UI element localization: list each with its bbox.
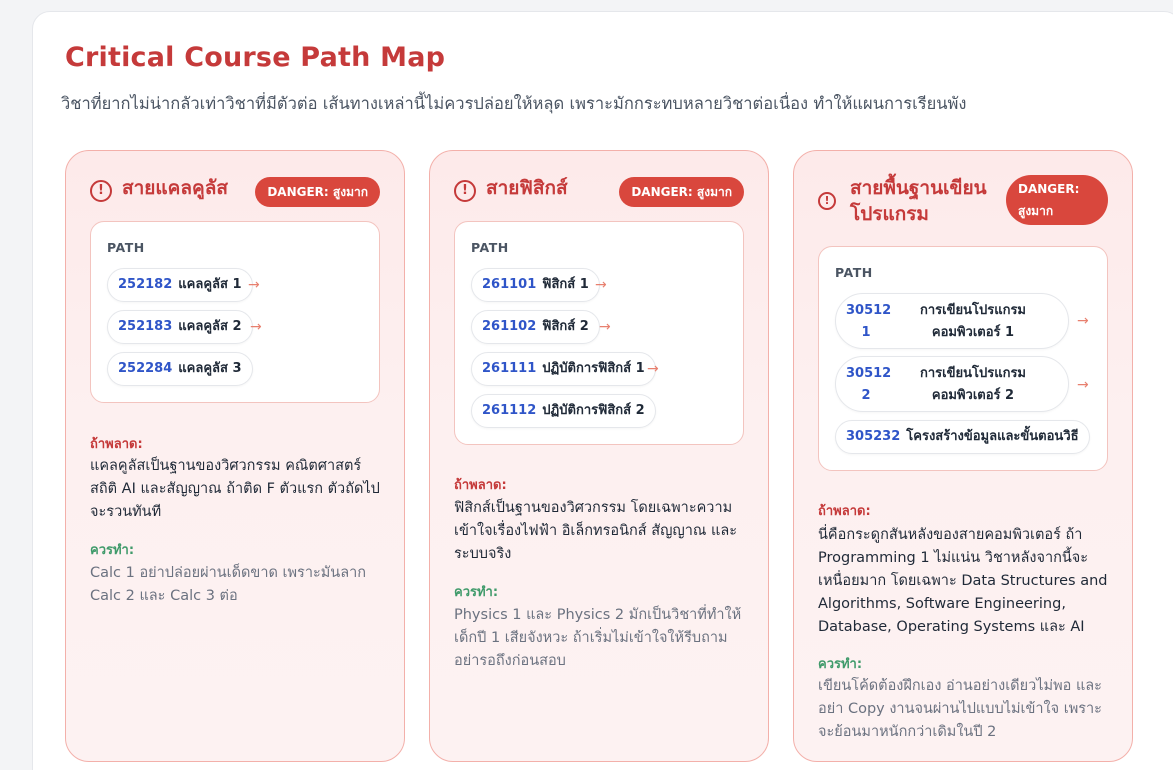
alert-circle-icon: !	[454, 180, 476, 202]
path-box: PATH 30512 1 การเขียนโปรแกรม คอมพิวเตอร์ 1…	[818, 246, 1108, 471]
should-do-text: เขียนโค้ดต้องฝึกเอง อ่านอย่างเดียวไม่พอ …	[818, 678, 1102, 740]
course-name: แคลคูลัส 3	[178, 361, 242, 376]
if-fail-label: ถ้าพลาด:	[818, 504, 871, 519]
course-name: การเขียนโปรแกรม คอมพิวเตอร์ 2	[919, 366, 1026, 403]
course-chip[interactable]: 30512 1 การเขียนโปรแกรม คอมพิวเตอร์ 1	[835, 293, 1069, 349]
course-name: แคลคูลัส 1	[178, 277, 242, 292]
course-code: 252183	[118, 319, 173, 334]
path-box: PATH 261101 ฟิสิกส์ 1 → 261102 ฟิสิกส์ 2 →…	[454, 221, 744, 445]
if-fail-label: ถ้าพลาด:	[454, 478, 507, 493]
card-header: ! สายพื้นฐานเขียนโปรแกรม DANGER: สูงมาก	[818, 175, 1108, 225]
should-do-label: ควรทำ:	[818, 657, 863, 672]
course-code: 261112	[482, 403, 537, 418]
if-fail-label: ถ้าพลาด:	[90, 437, 143, 452]
arrow-right-icon: →	[595, 277, 607, 293]
path-card-programming: ! สายพื้นฐานเขียนโปรแกรม DANGER: สูงมาก …	[793, 150, 1133, 762]
course-chip[interactable]: 261112 ปฏิบัติการฟิสิกส์ 2	[471, 394, 656, 428]
arrow-right-icon: →	[599, 319, 611, 335]
path-card-physics: ! สายฟิสิกส์ DANGER: สูงมาก PATH 261101 ฟ…	[429, 150, 769, 762]
if-fail-text: ฟิสิกส์เป็นฐานของวิศวกรรม โดยเฉพาะความเข…	[454, 500, 738, 562]
page-subtitle: วิชาที่ยากไม่น่ากลัวเท่าวิชาที่มีตัวต่อ …	[61, 94, 967, 113]
course-chip[interactable]: 261111 ปฏิบัติการฟิสิกส์ 1	[471, 352, 656, 386]
path-card-calculus: ! สายแคลคูลัส DANGER: สูงมาก PATH 252182…	[65, 150, 405, 762]
alert-circle-icon: !	[90, 180, 112, 202]
course-chip[interactable]: 252182 แคลคูลัส 1	[107, 268, 253, 302]
course-code: 305232	[846, 429, 901, 444]
course-chip[interactable]: 30512 2 การเขียนโปรแกรม คอมพิวเตอร์ 2	[835, 356, 1069, 412]
danger-badge: DANGER: สูงมาก	[1006, 175, 1108, 225]
danger-badge: DANGER: สูงมาก	[619, 177, 744, 207]
card-header: ! สายฟิสิกส์ DANGER: สูงมาก	[454, 175, 744, 209]
path-label: PATH	[835, 265, 873, 280]
course-chip[interactable]: 305232 โครงสร้างข้อมูลและขั้นตอนวิธี	[835, 420, 1090, 454]
arrow-right-icon: →	[1077, 313, 1089, 329]
should-do-text: Calc 1 อย่าปล่อยผ่านเด็ดขาด เพราะมันลาก …	[90, 565, 367, 604]
should-do-label: ควรทำ:	[454, 585, 499, 600]
alert-circle-icon: !	[818, 192, 836, 210]
card-title: สายฟิสิกส์	[486, 177, 568, 199]
if-fail-text: นี่คือกระดูกสันหลังของสายคอมพิวเตอร์ ถ้า…	[818, 527, 1108, 635]
card-title: สายแคลคูลัส	[122, 177, 228, 199]
arrow-right-icon: →	[647, 361, 659, 377]
course-name: การเขียนโปรแกรม คอมพิวเตอร์ 1	[919, 303, 1026, 340]
course-code: 261111	[482, 361, 537, 376]
course-code: 30512 1	[846, 303, 892, 340]
arrow-right-icon: →	[248, 277, 260, 293]
course-name: ฟิสิกส์ 1	[542, 277, 589, 292]
course-chip[interactable]: 252284 แคลคูลัส 3	[107, 352, 253, 386]
critical-path-panel: Critical Course Path Map วิชาที่ยากไม่น่…	[32, 11, 1173, 770]
path-label: PATH	[107, 240, 145, 255]
course-code: 252182	[118, 277, 173, 292]
path-box: PATH 252182 แคลคูลัส 1 → 252183 แคลคูลัส 2…	[90, 221, 380, 403]
course-name: ปฏิบัติการฟิสิกส์ 1	[542, 361, 645, 376]
danger-badge: DANGER: สูงมาก	[255, 177, 380, 207]
path-label: PATH	[471, 240, 509, 255]
course-code: 30512 2	[846, 366, 892, 403]
course-code: 252284	[118, 361, 173, 376]
course-name: แคลคูลัส 2	[178, 319, 242, 334]
course-chip[interactable]: 261102 ฟิสิกส์ 2	[471, 310, 600, 344]
page-title: Critical Course Path Map	[65, 42, 446, 73]
course-chip[interactable]: 261101 ฟิสิกส์ 1	[471, 268, 600, 302]
should-do-text: Physics 1 และ Physics 2 มักเป็นวิชาที่ทำ…	[454, 607, 742, 669]
arrow-right-icon: →	[250, 319, 262, 335]
card-title: สายพื้นฐานเขียนโปรแกรม	[850, 177, 987, 225]
if-fail-text: แคลคูลัสเป็นฐานของวิศวกรรม คณิตศาสตร์ สถ…	[90, 458, 380, 520]
course-name: ฟิสิกส์ 2	[542, 319, 589, 334]
course-name: โครงสร้างข้อมูลและขั้นตอนวิธี	[906, 429, 1079, 444]
course-chip[interactable]: 252183 แคลคูลัส 2	[107, 310, 253, 344]
course-code: 261102	[482, 319, 537, 334]
card-header: ! สายแคลคูลัส DANGER: สูงมาก	[90, 175, 380, 209]
course-code: 261101	[482, 277, 537, 292]
arrow-right-icon: →	[1077, 377, 1089, 393]
course-name: ปฏิบัติการฟิสิกส์ 2	[542, 403, 645, 418]
should-do-label: ควรทำ:	[90, 543, 135, 558]
